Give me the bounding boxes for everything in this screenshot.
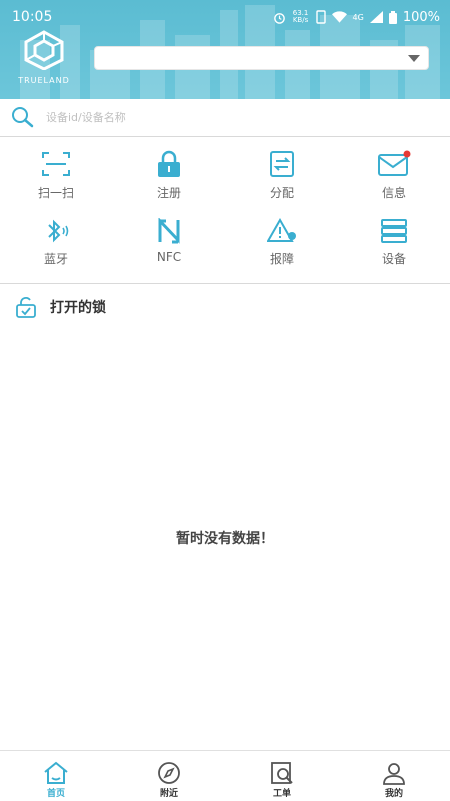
grid-item-register[interactable]: 注册 (113, 150, 225, 218)
grid-label-bluetooth: 蓝牙 (43, 252, 68, 266)
nfc-icon (158, 218, 180, 244)
alarm-icon (273, 12, 285, 24)
device-selector[interactable] (94, 46, 429, 70)
grid-label-assign: 分配 (269, 186, 294, 200)
tab-profile[interactable]: 我的 (338, 751, 450, 801)
status-bar: 10:05 63.1 KB/s 4G 100% (12, 6, 440, 28)
section-title: 打开的锁 (50, 300, 106, 316)
wifi-icon (331, 11, 347, 23)
status-time: 10:05 (12, 9, 53, 25)
grid-label-scan: 扫一扫 (37, 186, 74, 200)
status-icons: 63.1 KB/s 4G 100% (273, 10, 440, 25)
grid-item-nfc[interactable]: NFC (113, 218, 225, 286)
tab-profile-label: 我的 (384, 789, 403, 799)
grid-item-devices[interactable]: 设备 (338, 218, 450, 286)
brand-name: TRUELAND (18, 76, 70, 85)
tab-home[interactable]: 首页 (0, 751, 112, 801)
logo-icon (24, 30, 64, 71)
scan-icon (42, 152, 70, 176)
empty-state-text: 暂时没有数据！ (176, 531, 274, 547)
tab-nearby[interactable]: 附近 (113, 751, 225, 801)
header: 10:05 63.1 KB/s 4G 100% TRUELAND (0, 0, 450, 99)
grid-label-message: 信息 (381, 186, 406, 200)
battery-icon (388, 10, 397, 24)
warning-icon (267, 218, 296, 242)
tab-work-orders-label: 工单 (272, 789, 291, 799)
trueland-logo: TRUELAND (14, 30, 74, 86)
open-locks-section: 打开的锁 (0, 285, 450, 329)
notification-badge (403, 150, 411, 158)
user-icon (383, 763, 405, 785)
devices-icon (381, 219, 407, 243)
network-type: 4G (352, 12, 364, 22)
grid-label-register: 注册 (156, 186, 181, 200)
search-icon[interactable] (10, 105, 36, 131)
signal-icon (369, 11, 383, 23)
bottom-tab-bar: 首页 附近 工单 我的 (0, 750, 450, 800)
tab-home-label: 首页 (46, 789, 65, 799)
tab-nearby-label: 附近 (159, 789, 178, 799)
bluetooth-icon (48, 219, 69, 243)
network-speed: 63.1 KB/s (292, 9, 309, 24)
chevron-down-icon (408, 55, 420, 62)
grid-label-report-fault: 报障 (269, 252, 294, 266)
lock-icon (158, 150, 180, 177)
message-icon (378, 150, 411, 176)
tab-work-orders[interactable]: 工单 (226, 751, 338, 801)
grid-item-report-fault[interactable]: 报障 (226, 218, 338, 286)
compass-icon (158, 762, 180, 784)
grid-item-bluetooth[interactable]: 蓝牙 (0, 218, 112, 286)
grid-label-devices: 设备 (381, 252, 406, 266)
battery-level: 100% (402, 9, 440, 25)
assign-icon (270, 151, 294, 177)
search-bar (0, 99, 450, 137)
function-grid: 扫一扫 注册 分配 信息 蓝牙 NFC 报障 设备 (0, 138, 450, 284)
vibrate-icon (315, 10, 326, 24)
work-order-icon (271, 762, 293, 784)
grid-label-nfc: NFC (156, 250, 182, 264)
home-icon (44, 761, 68, 784)
grid-item-assign[interactable]: 分配 (226, 150, 338, 218)
unlock-icon (16, 297, 36, 318)
grid-item-scan[interactable]: 扫一扫 (0, 150, 112, 218)
search-input[interactable] (46, 111, 406, 124)
grid-item-message[interactable]: 信息 (338, 150, 450, 218)
